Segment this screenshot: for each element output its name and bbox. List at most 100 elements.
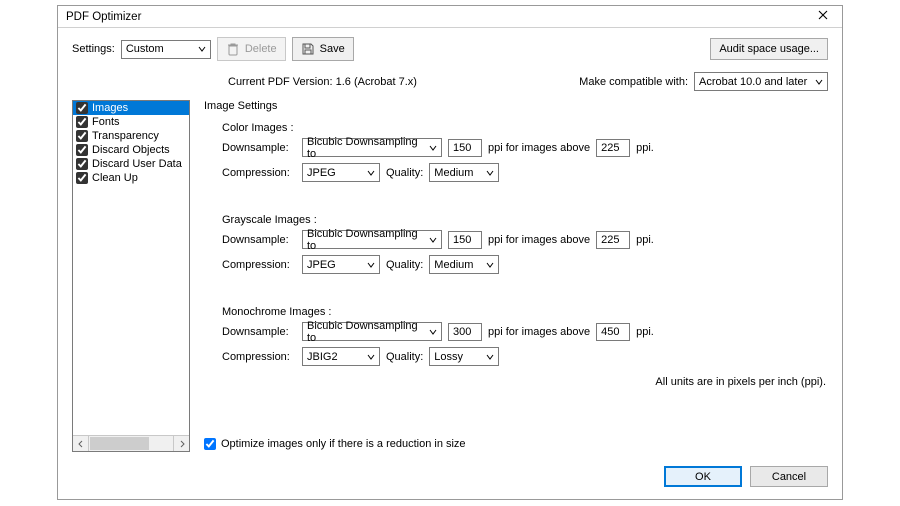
chevron-down-icon: [486, 169, 494, 177]
window-title: PDF Optimizer: [66, 11, 141, 23]
version-row: Current PDF Version: 1.6 (Acrobat 7.x) M…: [58, 61, 842, 91]
dialog-footer: OK Cancel: [58, 458, 842, 499]
color-downsample-method[interactable]: Bicubic Downsampling to: [302, 138, 442, 157]
scroll-track[interactable]: [89, 436, 173, 451]
current-pdf-version: Current PDF Version: 1.6 (Acrobat 7.x): [228, 76, 417, 88]
grayscale-compression-method[interactable]: JPEG: [302, 255, 380, 274]
settings-inner: Color Images : Downsample: Bicubic Downs…: [204, 116, 828, 438]
pdf-optimizer-dialog: PDF Optimizer Settings: Custom Delete Sa…: [57, 5, 843, 500]
scroll-left-arrow-icon[interactable]: [73, 436, 89, 451]
save-button[interactable]: Save: [292, 37, 354, 61]
combo-value: Medium: [434, 167, 473, 179]
scroll-thumb[interactable]: [90, 437, 149, 450]
category-label: Images: [92, 102, 128, 114]
cancel-button[interactable]: Cancel: [750, 466, 828, 487]
ppi-suffix: ppi.: [636, 142, 654, 154]
color-compression-method[interactable]: JPEG: [302, 163, 380, 182]
category-label: Fonts: [92, 116, 120, 128]
color-above-ppi[interactable]: [596, 139, 630, 157]
grayscale-downsample-method[interactable]: Bicubic Downsampling to: [302, 230, 442, 249]
compat-combo[interactable]: Acrobat 10.0 and later: [694, 72, 828, 91]
compression-label: Compression:: [222, 259, 296, 271]
ppi-mid-text: ppi for images above: [488, 142, 590, 154]
category-list: Images Fonts Transparency Discard Object…: [72, 100, 190, 452]
category-checkbox[interactable]: [76, 144, 88, 156]
downsample-label: Downsample:: [222, 326, 296, 338]
ppi-mid-text: ppi for images above: [488, 234, 590, 246]
category-label: Discard Objects: [92, 144, 170, 156]
chevron-down-icon: [486, 261, 494, 269]
ok-button-label: OK: [695, 471, 711, 483]
chevron-down-icon: [429, 144, 437, 152]
delete-button-label: Delete: [245, 43, 277, 55]
grayscale-images-heading: Grayscale Images :: [222, 214, 828, 226]
category-checkbox[interactable]: [76, 102, 88, 114]
optimize-reduction-checkbox[interactable]: [204, 438, 216, 450]
category-item-discard-objects[interactable]: Discard Objects: [73, 143, 189, 157]
settings-combo[interactable]: Custom: [121, 40, 211, 59]
grayscale-compression-row: Compression: JPEG Quality: Medium: [222, 255, 828, 274]
monochrome-compression-row: Compression: JBIG2 Quality: Lossy: [222, 347, 828, 366]
monochrome-downsample-row: Downsample: Bicubic Downsampling to ppi …: [222, 322, 828, 341]
combo-value: Bicubic Downsampling to: [307, 228, 425, 252]
category-item-fonts[interactable]: Fonts: [73, 115, 189, 129]
close-icon: [818, 10, 828, 23]
ppi-suffix: ppi.: [636, 234, 654, 246]
grayscale-downsample-row: Downsample: Bicubic Downsampling to ppi …: [222, 230, 828, 249]
main-area: Images Fonts Transparency Discard Object…: [58, 91, 842, 458]
monochrome-above-ppi[interactable]: [596, 323, 630, 341]
category-checkbox[interactable]: [76, 172, 88, 184]
settings-combo-value: Custom: [126, 43, 164, 55]
color-compression-row: Compression: JPEG Quality: Medium: [222, 163, 828, 182]
category-item-transparency[interactable]: Transparency: [73, 129, 189, 143]
chevron-down-icon: [429, 236, 437, 244]
combo-value: Bicubic Downsampling to: [307, 320, 425, 344]
units-note: All units are in pixels per inch (ppi).: [222, 372, 828, 390]
cancel-button-label: Cancel: [772, 471, 806, 483]
quality-label: Quality:: [386, 351, 423, 363]
category-item-images[interactable]: Images: [73, 101, 189, 115]
category-list-items: Images Fonts Transparency Discard Object…: [73, 101, 189, 435]
category-checkbox[interactable]: [76, 130, 88, 142]
monochrome-downsample-ppi[interactable]: [448, 323, 482, 341]
ok-button[interactable]: OK: [664, 466, 742, 487]
optimize-reduction-checkbox-row[interactable]: Optimize images only if there is a reduc…: [204, 438, 828, 452]
downsample-label: Downsample:: [222, 234, 296, 246]
grayscale-quality[interactable]: Medium: [429, 255, 499, 274]
category-hscrollbar[interactable]: [73, 435, 189, 451]
category-item-clean-up[interactable]: Clean Up: [73, 171, 189, 185]
image-settings-panel: Image Settings Color Images : Downsample…: [204, 100, 828, 452]
grayscale-downsample-ppi[interactable]: [448, 231, 482, 249]
combo-value: Bicubic Downsampling to: [307, 136, 425, 160]
scroll-right-arrow-icon[interactable]: [173, 436, 189, 451]
color-quality[interactable]: Medium: [429, 163, 499, 182]
monochrome-images-heading: Monochrome Images :: [222, 306, 828, 318]
color-images-heading: Color Images :: [222, 122, 828, 134]
chevron-down-icon: [815, 78, 823, 86]
chevron-down-icon: [367, 261, 375, 269]
quality-label: Quality:: [386, 259, 423, 271]
monochrome-downsample-method[interactable]: Bicubic Downsampling to: [302, 322, 442, 341]
delete-button[interactable]: Delete: [217, 37, 286, 61]
category-checkbox[interactable]: [76, 158, 88, 170]
combo-value: JPEG: [307, 167, 336, 179]
category-checkbox[interactable]: [76, 116, 88, 128]
grayscale-above-ppi[interactable]: [596, 231, 630, 249]
combo-value: JBIG2: [307, 351, 338, 363]
color-downsample-ppi[interactable]: [448, 139, 482, 157]
toolbar: Settings: Custom Delete Save Audit space…: [58, 28, 842, 61]
settings-label: Settings:: [72, 43, 115, 55]
chevron-down-icon: [198, 45, 206, 53]
ppi-mid-text: ppi for images above: [488, 326, 590, 338]
chevron-down-icon: [429, 328, 437, 336]
compat-combo-value: Acrobat 10.0 and later: [699, 76, 807, 88]
category-label: Transparency: [92, 130, 159, 142]
audit-button[interactable]: Audit space usage...: [710, 38, 828, 60]
monochrome-compression-method[interactable]: JBIG2: [302, 347, 380, 366]
chevron-down-icon: [367, 169, 375, 177]
quality-label: Quality:: [386, 167, 423, 179]
monochrome-quality[interactable]: Lossy: [429, 347, 499, 366]
chevron-down-icon: [486, 353, 494, 361]
close-button[interactable]: [810, 8, 836, 26]
category-item-discard-user-data[interactable]: Discard User Data: [73, 157, 189, 171]
